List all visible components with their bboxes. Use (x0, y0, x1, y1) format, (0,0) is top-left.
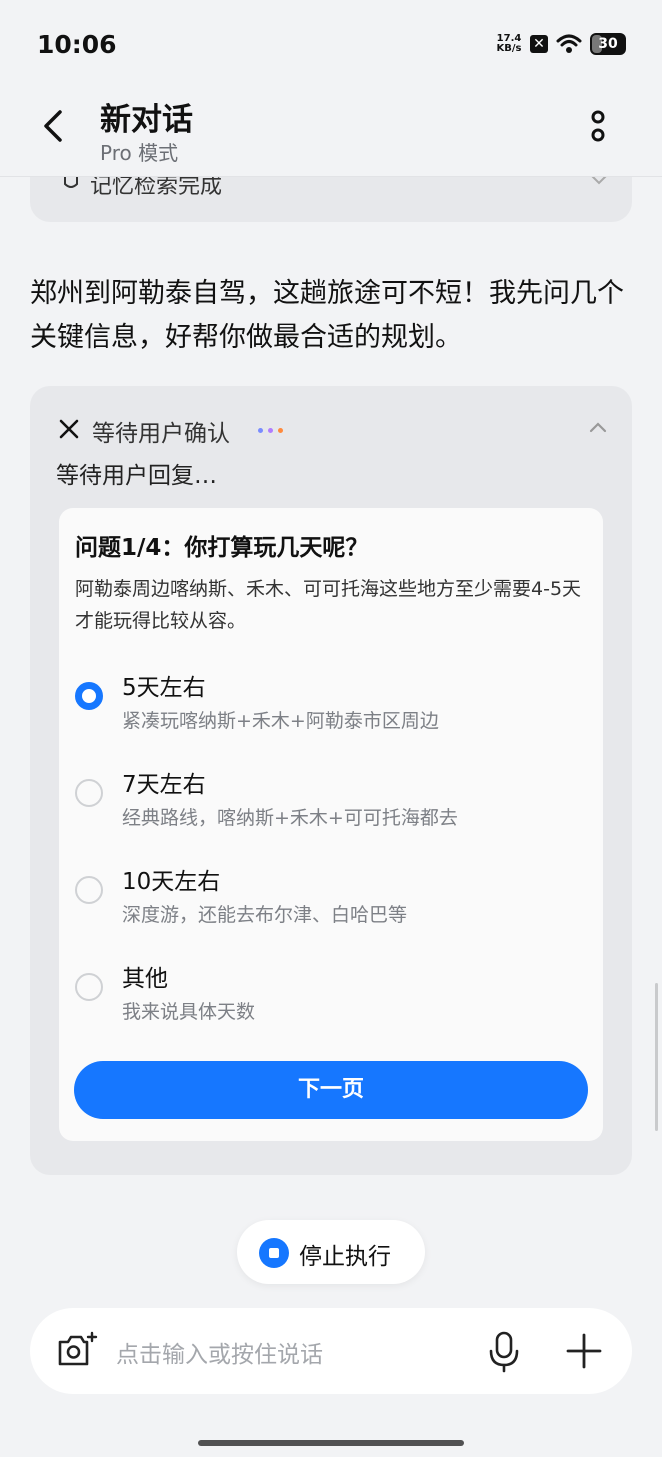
page-title: 新对话 (100, 102, 193, 138)
question-title: 问题1/4：你打算玩几天呢？ (75, 535, 369, 561)
app-header: 新对话 Pro 模式 (0, 90, 662, 177)
tools-icon (59, 419, 79, 439)
more-options-icon[interactable] (584, 104, 612, 148)
loading-dots (258, 428, 283, 433)
option-7-days[interactable]: 7天左右 经典路线，喀纳斯+禾木+可可托海都去 (59, 755, 603, 845)
task-status: 等待用户回复… (56, 463, 217, 489)
option-label: 10天左右 (122, 869, 221, 895)
loading-dot (268, 428, 273, 433)
task-title: 等待用户确认 (92, 421, 230, 447)
wifi-icon (556, 34, 582, 53)
option-label: 7天左右 (122, 772, 206, 798)
message-input-bar[interactable]: 点击输入或按住说话 (30, 1308, 632, 1394)
option-5-days[interactable]: 5天左右 紧凑玩喀纳斯+禾木+阿勒泰市区周边 (59, 658, 603, 748)
next-page-button[interactable]: 下一页 (74, 1061, 588, 1119)
battery-icon: 30 (590, 33, 626, 55)
option-description: 深度游，还能去布尔津、白哈巴等 (122, 904, 408, 926)
option-description: 经典路线，喀纳斯+禾木+可可托海都去 (122, 807, 458, 829)
status-time: 10:06 (37, 30, 117, 59)
question-description: 阿勒泰周边喀纳斯、禾木、可可托海这些地方至少需要4-5天才能玩得比较从容。 (75, 578, 582, 632)
radio-unselected[interactable] (75, 779, 103, 807)
input-placeholder[interactable]: 点击输入或按住说话 (116, 1335, 323, 1369)
assistant-message: 郑州到阿勒泰自驾，这趟旅途可不短！我先问几个关键信息，好帮你做最合适的规划。 (30, 278, 624, 353)
loading-dot (258, 428, 263, 433)
radio-selected[interactable] (75, 682, 103, 710)
option-description: 紧凑玩喀纳斯+禾木+阿勒泰市区周边 (122, 710, 439, 732)
stop-execution-button[interactable]: 停止执行 (237, 1220, 425, 1284)
network-speed: 17.4 KB/s (496, 33, 522, 54)
loading-dot (278, 428, 283, 433)
microphone-icon[interactable] (484, 1329, 524, 1373)
radio-unselected[interactable] (75, 876, 103, 904)
status-icons: 17.4 KB/s ✕ 30 (496, 33, 626, 55)
task-card: 等待用户确认 等待用户回复… 问题1/4：你打算玩几天呢？ 阿勒泰周边喀纳斯、禾… (30, 386, 632, 1175)
option-other[interactable]: 其他 我来说具体天数 (59, 949, 603, 1039)
question-panel: 问题1/4：你打算玩几天呢？ 阿勒泰周边喀纳斯、禾木、可可托海这些地方至少需要4… (59, 508, 603, 1141)
option-description: 我来说具体天数 (122, 1001, 256, 1023)
back-arrow-icon[interactable] (36, 104, 72, 148)
battery-level: 30 (598, 36, 618, 52)
option-label: 5天左右 (122, 675, 206, 701)
option-label: 其他 (122, 966, 168, 992)
stop-label: 停止执行 (299, 1244, 391, 1270)
status-bar: 10:06 17.4 KB/s ✕ 30 (0, 0, 662, 90)
mode-label: Pro 模式 (100, 141, 179, 165)
option-10-days[interactable]: 10天左右 深度游，还能去布尔津、白哈巴等 (59, 852, 603, 942)
home-indicator[interactable] (198, 1440, 464, 1446)
radio-unselected[interactable] (75, 973, 103, 1001)
sim-disabled-icon: ✕ (530, 35, 548, 53)
stop-icon (259, 1238, 289, 1268)
plus-icon[interactable] (564, 1331, 604, 1371)
scrollbar[interactable] (655, 983, 658, 1131)
camera-icon[interactable] (56, 1330, 98, 1370)
chevron-up-icon[interactable] (586, 416, 610, 440)
